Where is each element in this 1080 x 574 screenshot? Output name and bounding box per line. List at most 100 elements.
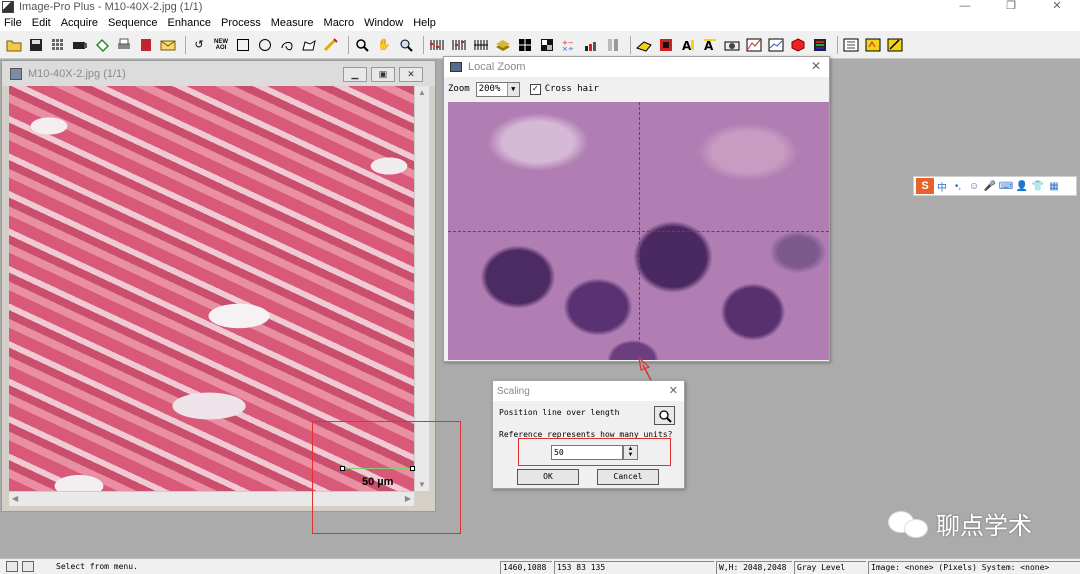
new-aoi-label: NEW AOI bbox=[214, 38, 228, 51]
open-icon[interactable] bbox=[5, 36, 23, 54]
line-profile-icon[interactable] bbox=[450, 36, 468, 54]
ime-emoji-icon[interactable]: ☺ bbox=[966, 181, 982, 192]
local-zoom-close-icon[interactable]: ✕ bbox=[811, 59, 821, 73]
irregular-icon[interactable] bbox=[300, 36, 318, 54]
status-bar: Select from menu. 1460,1088 153 83 135 W… bbox=[0, 558, 1080, 574]
ime-chinese-icon[interactable]: 中 bbox=[934, 179, 950, 194]
film-icon[interactable] bbox=[657, 36, 675, 54]
local-zoom-titlebar[interactable]: Local Zoom ✕ bbox=[444, 57, 829, 77]
menu-macro[interactable]: Macro bbox=[324, 17, 355, 29]
scaling-close-icon[interactable]: ✕ bbox=[669, 384, 678, 397]
toolbar-separator bbox=[348, 35, 349, 54]
count-icon[interactable]: +− ×÷ bbox=[560, 36, 578, 54]
layers-icon[interactable] bbox=[494, 36, 512, 54]
local-zoom-icon bbox=[450, 62, 462, 72]
minimize-button[interactable]: — bbox=[942, 0, 988, 12]
mail-icon[interactable] bbox=[159, 36, 177, 54]
chevron-down-icon[interactable]: ▼ bbox=[506, 82, 519, 96]
grid-icon[interactable] bbox=[49, 36, 67, 54]
status-rgb: 153 83 135 bbox=[554, 561, 714, 574]
cube-icon[interactable] bbox=[789, 36, 807, 54]
ime-skin-icon[interactable]: 👕 bbox=[1030, 181, 1046, 192]
wand-icon[interactable] bbox=[322, 36, 340, 54]
gray-bars-icon[interactable] bbox=[604, 36, 622, 54]
menu-file[interactable]: File bbox=[4, 17, 22, 29]
annotation-box-value bbox=[518, 438, 671, 466]
graph-icon[interactable] bbox=[767, 36, 785, 54]
color-grid-icon[interactable] bbox=[538, 36, 556, 54]
freehand-icon[interactable] bbox=[278, 36, 296, 54]
rectangle-icon[interactable] bbox=[234, 36, 252, 54]
ime-logo-icon[interactable]: S bbox=[916, 178, 934, 194]
status-window-icon[interactable] bbox=[6, 561, 18, 572]
app-titlebar: Image-Pro Plus - M10-40X-2.jpg (1/1) — ❐… bbox=[0, 0, 1080, 14]
lasso-icon[interactable] bbox=[93, 36, 111, 54]
ok-button[interactable]: OK bbox=[517, 469, 579, 485]
hand-icon[interactable]: ✋ bbox=[375, 36, 393, 54]
ime-menu-icon[interactable]: ▦ bbox=[1046, 181, 1062, 192]
zoom-icon[interactable] bbox=[353, 36, 371, 54]
position-line-label: Position line over length bbox=[499, 408, 620, 417]
status-image-info: Image: <none> (Pixels) System: <none> bbox=[868, 561, 1080, 574]
menu-measure[interactable]: Measure bbox=[271, 17, 314, 29]
menu-acquire[interactable]: Acquire bbox=[61, 17, 98, 29]
toolbar-separator bbox=[423, 35, 424, 54]
gauge-icon[interactable] bbox=[582, 36, 600, 54]
scroll-left-icon[interactable]: ◀ bbox=[12, 494, 18, 503]
magnifier-button[interactable] bbox=[654, 406, 675, 425]
zoom-box-icon[interactable] bbox=[397, 36, 415, 54]
menu-help[interactable]: Help bbox=[413, 17, 436, 29]
pen-icon[interactable] bbox=[886, 36, 904, 54]
new-aoi-icon[interactable]: NEW AOI bbox=[212, 36, 230, 54]
status-coords: 1460,1088 bbox=[500, 561, 552, 574]
menu-process[interactable]: Process bbox=[221, 17, 261, 29]
menu-edit[interactable]: Edit bbox=[32, 17, 51, 29]
ime-voice-icon[interactable]: 🎤 bbox=[982, 181, 998, 192]
maximize-button[interactable]: ❐ bbox=[988, 0, 1034, 12]
chart-icon[interactable] bbox=[745, 36, 763, 54]
script-icon[interactable] bbox=[864, 36, 882, 54]
menu-enhance[interactable]: Enhance bbox=[168, 17, 211, 29]
watermark: 聊点学术 bbox=[888, 506, 1032, 541]
menu-window[interactable]: Window bbox=[364, 17, 403, 29]
svg-text:×÷: ×÷ bbox=[562, 45, 574, 52]
text-b-icon[interactable]: A bbox=[701, 36, 719, 54]
status-message: Select from menu. bbox=[56, 562, 138, 571]
crosshair-label: Cross hair bbox=[544, 84, 599, 94]
text-a-icon[interactable]: A bbox=[679, 36, 697, 54]
image-close-button[interactable]: ✕ bbox=[399, 67, 423, 82]
ellipse-icon[interactable] bbox=[256, 36, 274, 54]
cancel-button[interactable]: Cancel bbox=[597, 469, 659, 485]
bitmap-icon[interactable] bbox=[472, 36, 490, 54]
save-icon[interactable] bbox=[27, 36, 45, 54]
image-minimize-button[interactable]: ▁ bbox=[343, 67, 367, 82]
status-mode: Gray Level bbox=[794, 561, 866, 574]
histogram-icon[interactable] bbox=[428, 36, 446, 54]
status-tile-icon[interactable] bbox=[22, 561, 34, 572]
image-restore-button[interactable]: ▣ bbox=[371, 67, 395, 82]
menu-bar: File Edit Acquire Sequence Enhance Proce… bbox=[0, 14, 1080, 31]
toolbar-separator bbox=[185, 35, 186, 54]
print-icon[interactable] bbox=[115, 36, 133, 54]
scroll-up-icon[interactable]: ▲ bbox=[418, 88, 426, 97]
watermark-text: 聊点学术 bbox=[936, 512, 1032, 540]
ime-punctuation-icon[interactable]: •, bbox=[950, 181, 966, 192]
window-controls: — ❐ ✕ bbox=[942, 0, 1080, 12]
snapshot-icon[interactable] bbox=[723, 36, 741, 54]
crosshair-checkbox[interactable]: ✓ bbox=[529, 83, 541, 95]
ime-user-icon[interactable]: 👤 bbox=[1014, 181, 1030, 192]
book-icon[interactable] bbox=[137, 36, 155, 54]
app-title: Image-Pro Plus - M10-40X-2.jpg (1/1) bbox=[19, 1, 203, 13]
palette-icon[interactable] bbox=[811, 36, 829, 54]
undo-icon[interactable]: ↺ bbox=[190, 36, 208, 54]
measure-icon[interactable] bbox=[635, 36, 653, 54]
close-button[interactable]: ✕ bbox=[1034, 0, 1080, 12]
scaling-titlebar[interactable]: Scaling ✕ bbox=[493, 381, 684, 401]
ime-keyboard-icon[interactable]: ⌨ bbox=[998, 181, 1014, 192]
camera-icon[interactable] bbox=[71, 36, 89, 54]
menu-sequence[interactable]: Sequence bbox=[108, 17, 158, 29]
image-window-titlebar[interactable]: M10-40X-2.jpg (1/1) ▁ ▣ ✕ bbox=[2, 61, 435, 86]
zoom-select[interactable]: 200% ▼ bbox=[475, 81, 520, 97]
macro-icon[interactable] bbox=[842, 36, 860, 54]
quadrant-icon[interactable] bbox=[516, 36, 534, 54]
